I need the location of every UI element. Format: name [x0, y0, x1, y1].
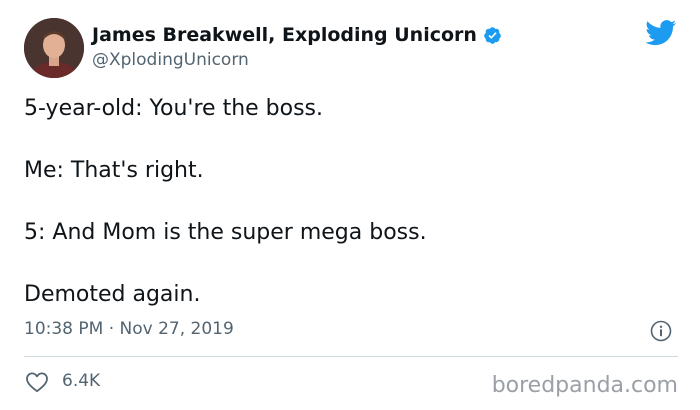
tweet-timestamp[interactable]: 10:38 PM · Nov 27, 2019: [24, 319, 234, 339]
avatar[interactable]: [24, 18, 84, 78]
info-icon[interactable]: [650, 320, 672, 342]
tweet-text-line: 5-year-old: You're the boss.: [24, 96, 324, 121]
watermark: boredpanda.com: [491, 373, 678, 398]
tweet-text-line: Me: That's right.: [24, 158, 204, 183]
heart-icon[interactable]: [25, 371, 49, 393]
tweet-text-line: Demoted again.: [24, 282, 201, 307]
author-handle[interactable]: @XplodingUnicorn: [92, 50, 249, 70]
author-display-name[interactable]: James Breakwell, Exploding Unicorn: [92, 24, 477, 46]
tweet-text-line: 5: And Mom is the super mega boss.: [24, 220, 427, 245]
twitter-bird-icon[interactable]: [645, 20, 677, 46]
divider: [24, 356, 678, 357]
verified-badge-icon: [483, 26, 502, 45]
tweet-card: James Breakwell, Exploding Unicorn @Xplo…: [0, 0, 700, 410]
like-count: 6.4K: [62, 371, 101, 391]
author-row: James Breakwell, Exploding Unicorn: [92, 23, 502, 47]
